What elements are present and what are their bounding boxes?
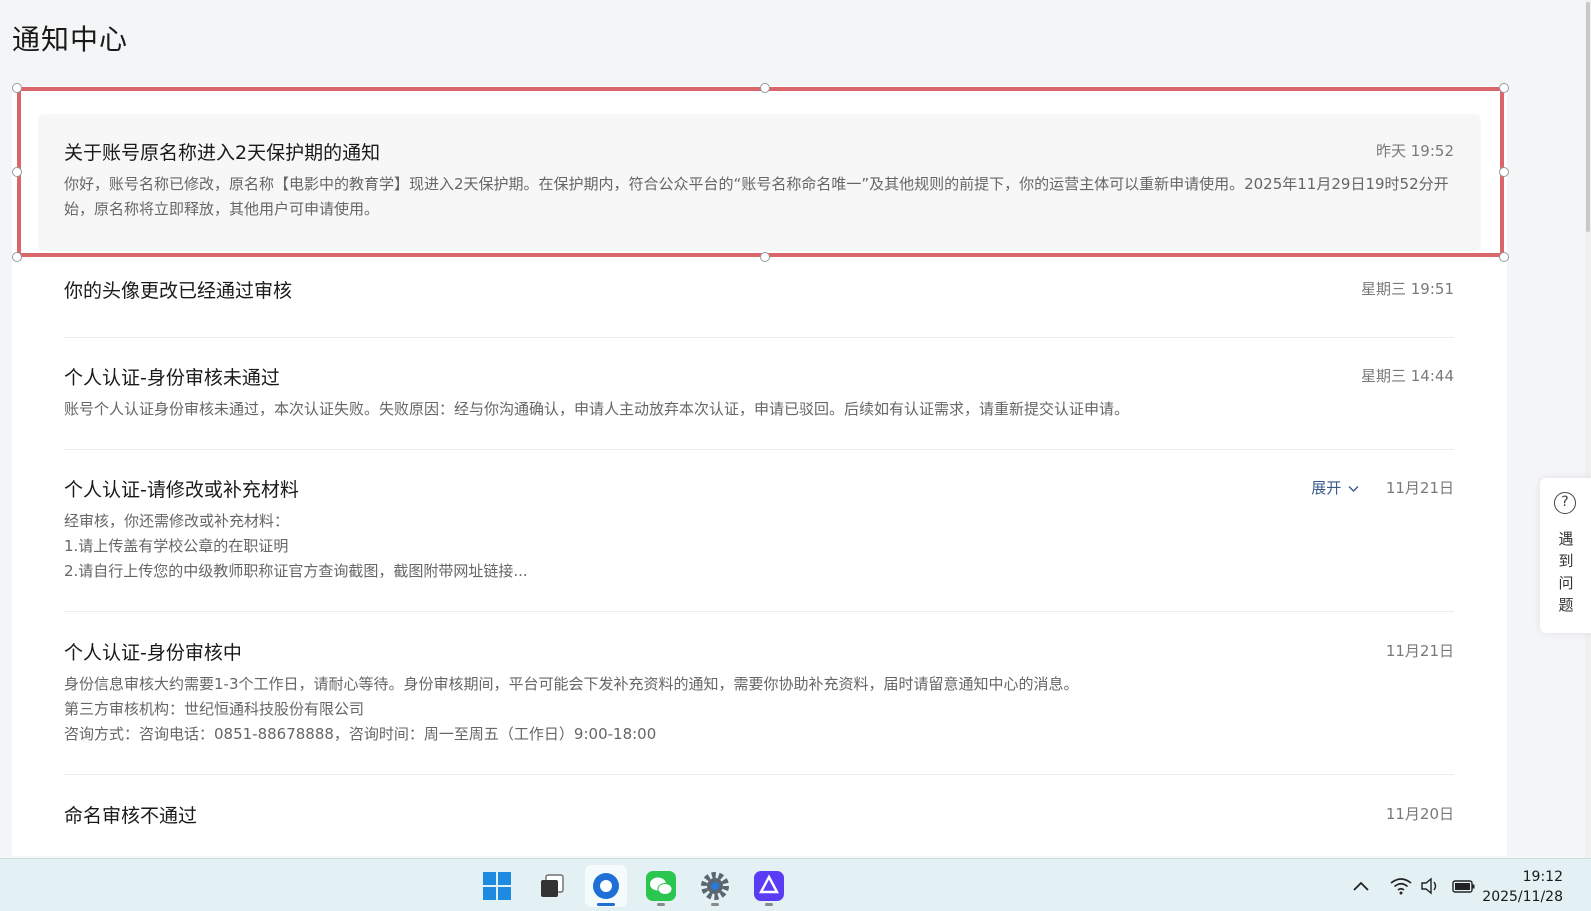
- notification-title: 个人认证-请修改或补充材料: [64, 479, 299, 501]
- notification-item[interactable]: 个人认证-请修改或补充材料 展开 11月21日 经审核，你还需修改或补充材料： …: [64, 475, 1454, 595]
- notification-body-line: 1.请上传盖有学校公章的在职证明: [64, 537, 289, 555]
- clock[interactable]: 19:12 2025/11/28: [1482, 867, 1563, 907]
- active-indicator: [597, 903, 615, 906]
- resize-handle[interactable]: [1499, 83, 1509, 93]
- task-view-icon[interactable]: [531, 865, 573, 907]
- divider: [64, 774, 1454, 775]
- scrollbar-thumb[interactable]: [1586, 2, 1590, 232]
- notification-body: 经审核，你还需修改或补充材料： 1.请上传盖有学校公章的在职证明 2.请自行上传…: [64, 509, 1454, 584]
- chevron-down-icon: [1348, 485, 1359, 492]
- notification-body: 身份信息审核大约需要1-3个工作日，请耐心等待。身份审核期间，平台可能会下发补充…: [64, 672, 1454, 747]
- notification-time: 11月20日: [1385, 805, 1454, 823]
- divider: [64, 449, 1454, 450]
- chevron-up-icon[interactable]: [1352, 880, 1370, 892]
- notification-body-line: 经审核，你还需修改或补充材料：: [64, 512, 290, 530]
- running-indicator: [657, 903, 665, 906]
- wifi-icon[interactable]: [1390, 877, 1412, 895]
- help-label: 遇到问题: [1558, 530, 1574, 614]
- scrollbar[interactable]: [1585, 0, 1591, 858]
- taskbar: 19:12 2025/11/28: [0, 858, 1591, 911]
- wechat-icon[interactable]: [640, 865, 682, 907]
- resize-handle[interactable]: [1499, 167, 1509, 177]
- resize-handle[interactable]: [760, 83, 770, 93]
- system-tray: [1352, 859, 1476, 911]
- notification-item[interactable]: 命名审核不通过 11月20日: [64, 801, 1454, 856]
- notification-item[interactable]: 个人认证-身份审核中 11月21日 身份信息审核大约需要1-3个工作日，请耐心等…: [64, 638, 1454, 758]
- running-indicator: [711, 903, 719, 906]
- notification-body-line: 身份信息审核大约需要1-3个工作日，请耐心等待。身份审核期间，平台可能会下发补充…: [64, 675, 1079, 693]
- notification-time: 11月21日: [1385, 479, 1454, 497]
- clock-time: 19:12: [1522, 869, 1563, 885]
- resize-handle[interactable]: [12, 167, 22, 177]
- notification-body-line: 第三方审核机构：世纪恒通科技股份有限公司: [64, 700, 365, 718]
- notification-body-line: 账号个人认证身份审核未通过，本次认证失败。失败原因：经与你沟通确认，申请人主动放…: [64, 400, 1130, 418]
- clock-date: 2025/11/28: [1482, 889, 1563, 905]
- notification-body: 账号个人认证身份审核未通过，本次认证失败。失败原因：经与你沟通确认，申请人主动放…: [64, 397, 1454, 422]
- browser-icon[interactable]: [585, 865, 627, 907]
- settings-icon[interactable]: [694, 865, 736, 907]
- notification-time: 星期三 19:51: [1361, 280, 1454, 298]
- app-icon[interactable]: [748, 865, 790, 907]
- page-title: 通知中心: [12, 23, 129, 56]
- notification-body-line: 2.请自行上传您的中级教师职称证官方查询截图，截图附带网址链接...: [64, 562, 528, 580]
- notification-title: 命名审核不通过: [64, 805, 198, 827]
- windows-start-icon[interactable]: [476, 865, 518, 907]
- resize-handle[interactable]: [760, 252, 770, 262]
- resize-handle[interactable]: [12, 252, 22, 262]
- help-button[interactable]: ? 遇到问题: [1540, 478, 1591, 633]
- notification-title: 你的头像更改已经通过审核: [64, 280, 293, 302]
- notification-time: 星期三 14:44: [1361, 367, 1454, 385]
- selection-box[interactable]: [17, 87, 1504, 257]
- speaker-icon[interactable]: [1420, 877, 1440, 895]
- notification-title: 个人认证-身份审核未通过: [64, 367, 280, 389]
- running-indicator: [765, 903, 773, 906]
- resize-handle[interactable]: [1499, 252, 1509, 262]
- resize-handle[interactable]: [12, 83, 22, 93]
- divider: [64, 337, 1454, 338]
- notification-item[interactable]: 你的头像更改已经通过审核 星期三 19:51: [64, 276, 1454, 336]
- question-icon: ?: [1554, 492, 1576, 514]
- notification-body-line: 咨询方式：咨询电话：0851-88678888，咨询时间：周一至周五（工作日）9…: [64, 725, 657, 743]
- notification-item[interactable]: 个人认证-身份审核未通过 星期三 14:44 账号个人认证身份审核未通过，本次认…: [64, 363, 1454, 443]
- notification-title: 个人认证-身份审核中: [64, 642, 242, 664]
- expand-label: 展开: [1311, 479, 1342, 497]
- battery-icon[interactable]: [1452, 878, 1476, 894]
- notification-time: 11月21日: [1385, 642, 1454, 660]
- divider: [64, 611, 1454, 612]
- expand-button[interactable]: 展开: [1311, 477, 1359, 498]
